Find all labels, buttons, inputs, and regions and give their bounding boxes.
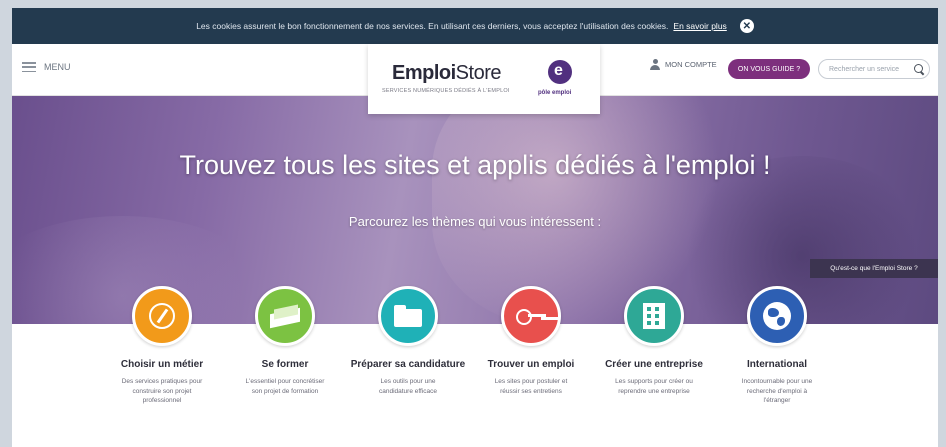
theme-title: Choisir un métier (120, 359, 204, 370)
folder-icon (394, 305, 422, 327)
globe-icon (763, 302, 791, 330)
theme-title: Préparer sa candidature (350, 359, 466, 370)
theme-description: Les outils pour une candidature efficace (378, 378, 438, 395)
theme-description: Des services pratiques pour construire s… (121, 378, 203, 404)
search-icon[interactable] (914, 64, 923, 73)
theme-international[interactable]: International Incontournable pour une re… (717, 286, 837, 406)
user-icon (650, 59, 660, 70)
themes-list: Choisir un métier Des services pratiques… (102, 286, 842, 447)
theme-description: L'essentiel pour concrétiser son projet … (245, 378, 325, 395)
theme-circle (255, 286, 315, 346)
join-button[interactable]: ON VOUS GUIDE ? (728, 59, 810, 79)
logo-store: Store (455, 62, 502, 84)
building-icon (643, 303, 665, 329)
cookie-text: Les cookies assurent le bon fonctionneme… (196, 21, 669, 31)
theme-title: Trouver un emploi (487, 359, 575, 370)
theme-find-job[interactable]: Trouver un emploi Les sites pour postule… (471, 286, 591, 396)
book-icon (270, 305, 300, 327)
logo-emploi: Emploi (392, 62, 456, 84)
theme-circle (501, 286, 561, 346)
logo-text: EmploiStore (392, 62, 501, 85)
theme-circle (747, 286, 807, 346)
theme-description: Les sites pour postuler et réussir ses e… (494, 378, 568, 395)
theme-create-company[interactable]: Créer une entreprise Les supports pour c… (594, 286, 714, 396)
search-placeholder: Rechercher un service (829, 65, 900, 73)
theme-circle (624, 286, 684, 346)
hero-subtitle: Parcourez les thèmes qui vous intéressen… (348, 214, 602, 229)
theme-description: Incontournable pour une recherche d'empl… (741, 378, 813, 404)
theme-training[interactable]: Se former L'essentiel pour concrétiser s… (225, 286, 345, 396)
theme-description: Les supports pour créer ou reprendre une… (615, 378, 693, 395)
theme-circle (378, 286, 438, 346)
logo-tagline: SERVICES NUMÉRIQUES DÉDIÉS À L'EMPLOI (382, 88, 510, 94)
theme-title: Créer une entreprise (605, 359, 703, 370)
cookie-more-link[interactable]: En savoir plus (673, 21, 726, 31)
menu-button[interactable]: MENU (22, 62, 71, 72)
theme-circle (132, 286, 192, 346)
account-label: MON COMPTE (665, 60, 717, 69)
pole-emploi-label: pôle emploi (538, 90, 572, 96)
cookie-banner: Les cookies assurent le bon fonctionneme… (12, 8, 938, 44)
what-is-button[interactable]: Qu'est-ce que l'Emploi Store ? (810, 259, 938, 278)
theme-choose-job[interactable]: Choisir un métier Des services pratiques… (102, 286, 222, 406)
page: Les cookies assurent le bon fonctionneme… (12, 8, 938, 447)
screenshot-frame: Les cookies assurent le bon fonctionneme… (0, 0, 946, 447)
hero-title: Trouvez tous les sites et applis dédiés … (179, 150, 771, 180)
hamburger-icon (22, 62, 36, 72)
key-icon (516, 309, 546, 325)
pole-emploi-logo-icon (548, 60, 572, 84)
search-input[interactable]: Rechercher un service (818, 59, 930, 79)
compass-icon (149, 303, 175, 329)
account-link[interactable]: MON COMPTE (650, 59, 717, 70)
theme-application[interactable]: Préparer sa candidature Les outils pour … (348, 286, 468, 396)
close-icon[interactable]: ✕ (739, 19, 754, 33)
theme-title: Se former (261, 359, 309, 370)
theme-title: International (746, 359, 807, 370)
logo[interactable]: EmploiStore SERVICES NUMÉRIQUES DÉDIÉS À… (368, 44, 600, 114)
menu-label: MENU (44, 62, 71, 72)
